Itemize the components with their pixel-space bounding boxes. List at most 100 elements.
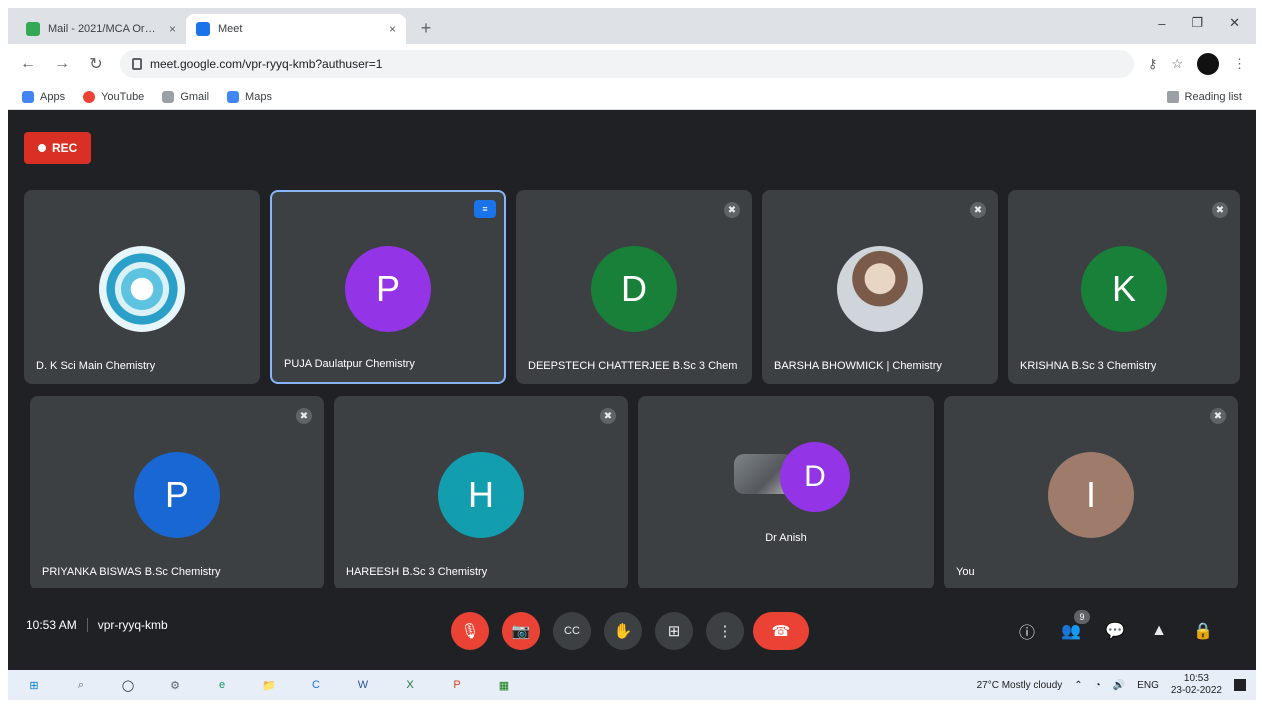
activities-button[interactable]: ▲ (1146, 618, 1172, 644)
bookmark-label: YouTube (101, 90, 145, 103)
participant-name: PUJA Daulatpur Chemistry (284, 358, 415, 370)
participant-name: DEEPSTECH CHATTERJEE B.Sc 3 Chem (528, 360, 738, 372)
mic-off-icon: ✖ (970, 202, 986, 218)
participant-name: Dr Anish (765, 532, 807, 544)
participant-name: KRISHNA B.Sc 3 Chemistry (1020, 360, 1157, 372)
participant-tile[interactable]: ✖ P PRIYANKA BISWAS B.Sc Chemistry (30, 396, 324, 590)
network-icon[interactable]: ◔ (1095, 680, 1101, 691)
file-explorer-icon[interactable]: 📁 (261, 677, 277, 693)
volume-icon[interactable]: 🔊 (1113, 680, 1125, 691)
close-window-button[interactable]: ✕ (1229, 15, 1240, 31)
camera-off-icon: 📷 (511, 623, 531, 640)
participant-tile[interactable]: ✖ H HAREESH B.Sc 3 Chemistry (334, 396, 628, 590)
present-screen-icon: ⊞ (667, 623, 681, 640)
mic-toggle-button[interactable]: 🎙 (451, 612, 489, 650)
more-vertical-icon: ⋮ (717, 623, 733, 640)
task-view-icon[interactable]: ◯ (120, 677, 136, 693)
star-icon[interactable]: ☆ (1171, 56, 1183, 72)
excel-icon[interactable]: X (402, 677, 418, 693)
bookmark-apps[interactable]: Apps (22, 90, 66, 103)
language-indicator[interactable]: ENG (1137, 680, 1159, 691)
phone-hangup-icon: ☎ (771, 623, 791, 640)
participant-name: You (956, 566, 975, 578)
bookmark-gmail[interactable]: Gmail (162, 90, 209, 103)
minimize-button[interactable]: – (1158, 16, 1165, 31)
mic-off-icon: ✖ (600, 408, 616, 424)
tab-title: Mail - 2021/MCA Organic Chemistry (48, 23, 161, 35)
participant-tile[interactable]: D. K Sci Main Chemistry (24, 190, 260, 384)
edge-browser-icon[interactable]: e (214, 677, 230, 693)
tab-close-icon[interactable]: × (169, 22, 176, 36)
participant-tile-presenting[interactable]: D Dr Anish (638, 396, 934, 590)
back-button[interactable]: ← (18, 55, 38, 73)
bookmark-label: Apps (40, 90, 66, 103)
meeting-details: 10:53 AM vpr-ryyq-kmb (26, 618, 168, 632)
word-icon[interactable]: W (355, 677, 371, 693)
recording-label: REC (52, 141, 78, 155)
lock-icon: 🔒 (1193, 623, 1213, 640)
weather-widget[interactable]: 27°C Mostly cloudy (977, 680, 1063, 691)
camera-toggle-button[interactable]: 📷 (502, 612, 540, 650)
lock-icon (132, 58, 142, 70)
meet-stage: REC D. K Sci Main Chemistry ≡ P PUJA Dau… (8, 110, 1256, 670)
participant-tile[interactable]: ✖ BARSHA BHOWMICK | Chemistry (762, 190, 998, 384)
windows-taskbar: ⊞ ⌕ ◯ ⚙ e 📁 C W X P ▦ 27°C Mostly cloudy ⌃ ◔ 🔊 ENG… (8, 670, 1256, 700)
system-tray: 27°C Mostly cloudy ⌃ ◔ 🔊 ENG 10:53 23-02… (977, 670, 1246, 700)
taskbar-clock[interactable]: 10:53 23-02-2022 (1171, 673, 1222, 697)
browser-tab-bar: Mail - 2021/MCA Organic Chemistry × Meet… (8, 8, 1256, 44)
notifications-icon[interactable] (1234, 679, 1246, 691)
reading-list-label: Reading list (1184, 90, 1242, 103)
tray-up-arrow-icon[interactable]: ⌃ (1074, 680, 1082, 691)
people-icon: 👥 (1061, 623, 1081, 640)
reload-button[interactable]: ↻ (86, 54, 106, 74)
participant-name: BARSHA BHOWMICK | Chemistry (774, 360, 942, 372)
meeting-info-button[interactable]: ⓘ (1014, 618, 1040, 644)
bookmarks-bar: Apps YouTube Gmail Maps Reading list (8, 84, 1256, 110)
chat-button[interactable]: 💬 (1102, 618, 1128, 644)
reading-list[interactable]: Reading list (1166, 90, 1242, 103)
mic-off-icon: 🎙 (460, 623, 480, 640)
bookmark-youtube[interactable]: YouTube (83, 90, 145, 103)
participant-tile-self[interactable]: ✖ I You (944, 396, 1238, 590)
bookmark-maps[interactable]: Maps (227, 90, 272, 103)
present-button[interactable]: ⊞ (655, 612, 693, 650)
participant-tile[interactable]: ✖ K KRISHNA B.Sc 3 Chemistry (1008, 190, 1240, 384)
participant-avatar: D (591, 246, 677, 332)
captions-button[interactable]: CC (553, 612, 591, 650)
settings-icon[interactable]: ⚙ (167, 677, 183, 693)
youtube-icon (83, 90, 96, 103)
participant-tile-speaking[interactable]: ≡ P PUJA Daulatpur Chemistry (270, 190, 506, 384)
clock-date: 23-02-2022 (1170, 685, 1222, 696)
tab-title: Meet (218, 23, 243, 35)
mic-off-icon: ✖ (1210, 408, 1226, 424)
store-icon[interactable]: ▦ (496, 677, 512, 693)
url-field[interactable]: meet.google.com/vpr-ryyq-kmb?authuser=1 (120, 50, 1134, 78)
mic-off-icon: ✖ (724, 202, 740, 218)
menu-kebab-icon[interactable]: ⋮ (1233, 56, 1246, 72)
participant-name: HAREESH B.Sc 3 Chemistry (346, 566, 488, 578)
powerpoint-icon[interactable]: P (449, 677, 465, 693)
participant-avatar: D (780, 442, 850, 512)
participant-name: PRIYANKA BISWAS B.Sc Chemistry (42, 566, 221, 578)
speaking-indicator-icon: ≡ (474, 200, 496, 218)
key-icon[interactable]: ⚷ (1148, 56, 1158, 72)
more-options-button[interactable]: ⋮ (706, 612, 744, 650)
host-controls-button[interactable]: 🔒 (1190, 618, 1216, 644)
chat-icon: 💬 (1105, 623, 1125, 640)
profile-avatar[interactable] (1197, 53, 1219, 75)
start-menu-icon[interactable]: ⊞ (26, 677, 42, 693)
captions-icon: CC (564, 625, 580, 637)
raise-hand-button[interactable]: ✋ (604, 612, 642, 650)
maximize-button[interactable]: ❐ (1191, 15, 1203, 31)
participant-name: D. K Sci Main Chemistry (36, 360, 156, 372)
browser-tab-active[interactable]: Meet × (186, 14, 406, 44)
participant-tile[interactable]: ✖ D DEEPSTECH CHATTERJEE B.Sc 3 Chem (516, 190, 752, 384)
tab-close-icon[interactable]: × (389, 22, 396, 36)
browser-tab[interactable]: Mail - 2021/MCA Organic Chemistry × (16, 14, 186, 44)
leave-call-button[interactable]: ☎ (753, 612, 809, 650)
search-icon[interactable]: ⌕ (73, 677, 89, 693)
people-button[interactable]: 👥 9 (1058, 610, 1090, 644)
chrome-browser-icon[interactable]: C (308, 677, 324, 693)
forward-button[interactable]: → (52, 55, 72, 73)
new-tab-button[interactable]: + (412, 14, 440, 42)
